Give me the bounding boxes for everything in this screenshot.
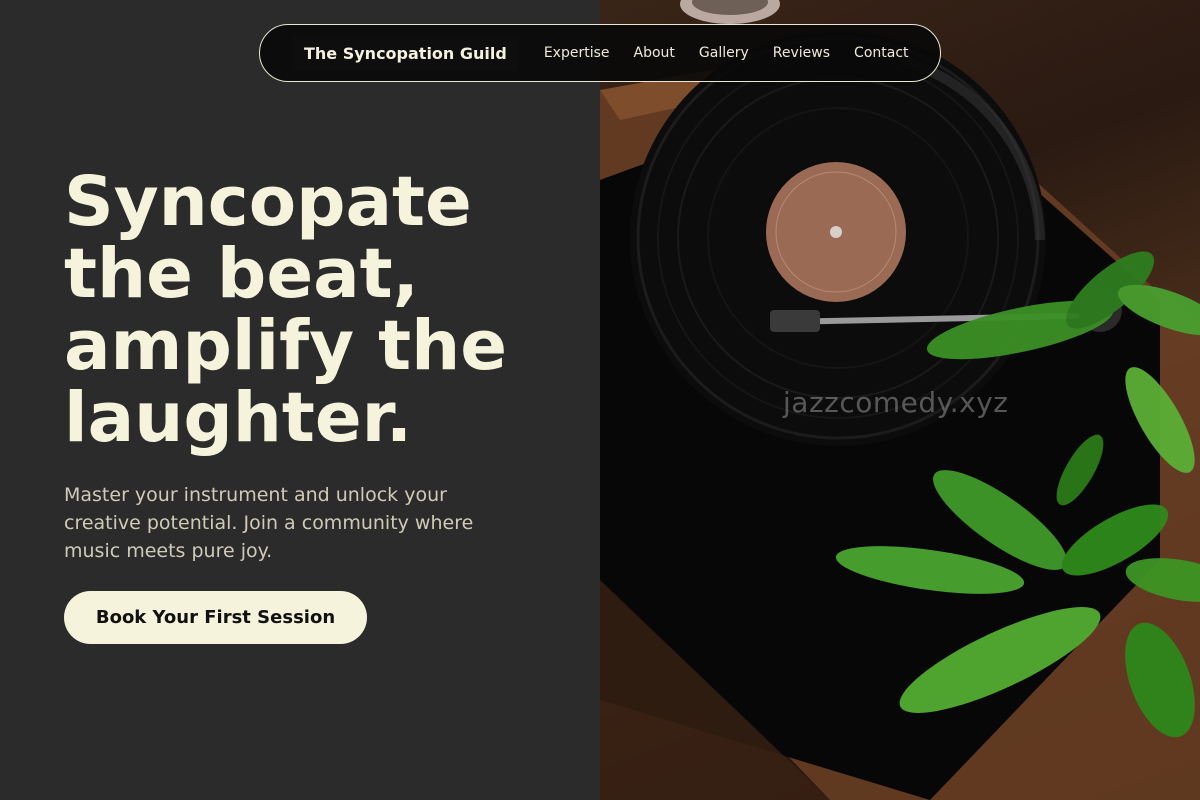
nav-link-expertise[interactable]: Expertise	[544, 45, 610, 61]
nav-link-about[interactable]: About	[634, 45, 675, 61]
hero-title: Syncopate the beat, amplify the laughter…	[64, 162, 508, 458]
top-navbar: The Syncopation Guild Expertise About Ga…	[259, 24, 941, 82]
nav-link-reviews[interactable]: Reviews	[773, 45, 830, 61]
nav-link-gallery[interactable]: Gallery	[699, 45, 749, 61]
brand-logo[interactable]: The Syncopation Guild	[293, 36, 518, 70]
watermark-text: jazzcomedy.xyz	[783, 386, 1009, 419]
book-session-button[interactable]: Book Your First Session	[64, 591, 367, 644]
nav-link-contact[interactable]: Contact	[854, 45, 908, 61]
hero-subtitle: Master your instrument and unlock your c…	[64, 484, 474, 562]
